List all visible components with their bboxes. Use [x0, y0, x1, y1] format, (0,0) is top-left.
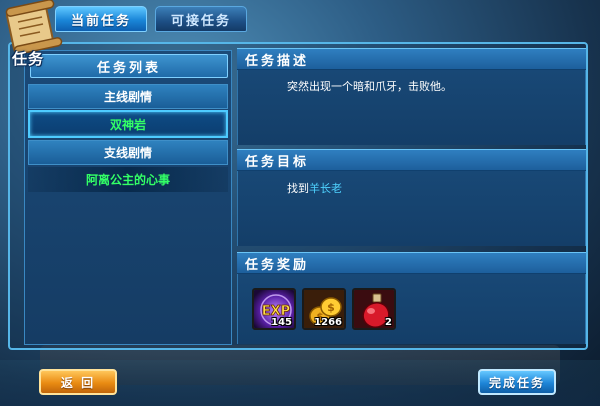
svg-text:$: $ [327, 301, 335, 314]
reward-potion[interactable]: 2 [352, 288, 396, 330]
objective-npc-link[interactable]: 羊长老 [309, 182, 342, 195]
list-category-main-story[interactable]: 主线剧情 [28, 84, 228, 109]
reward-gold[interactable]: $ $ 1266 [302, 288, 346, 330]
tab-current-tasks[interactable]: 当前任务 [55, 6, 147, 32]
back-button[interactable]: 返 回 [39, 369, 117, 395]
list-item-quest[interactable]: 阿离公主的心事 [28, 167, 228, 192]
list-item-quest-selected[interactable]: 双神岩 [28, 110, 228, 138]
reward-potion-count: 2 [385, 317, 392, 328]
objective-prefix: 找到 [287, 182, 309, 195]
rewards-section-title: 任务奖励 [237, 252, 586, 274]
list-category-side-story[interactable]: 支线剧情 [28, 140, 228, 165]
reward-exp-count: 145 [271, 317, 292, 328]
reward-gold-count: 1266 [314, 317, 342, 328]
window-title: 任务 [12, 50, 45, 68]
objective-text: 找到羊长老 [287, 180, 342, 196]
description-section-title: 任务描述 [237, 48, 586, 70]
tab-available-tasks[interactable]: 可接任务 [155, 6, 247, 32]
description-text: 突然出现一个暗和爪牙，击败他。 [287, 80, 452, 93]
complete-task-button[interactable]: 完成任务 [478, 369, 556, 395]
objective-section-title: 任务目标 [237, 149, 586, 171]
reward-exp[interactable]: EXP 145 [252, 288, 296, 330]
